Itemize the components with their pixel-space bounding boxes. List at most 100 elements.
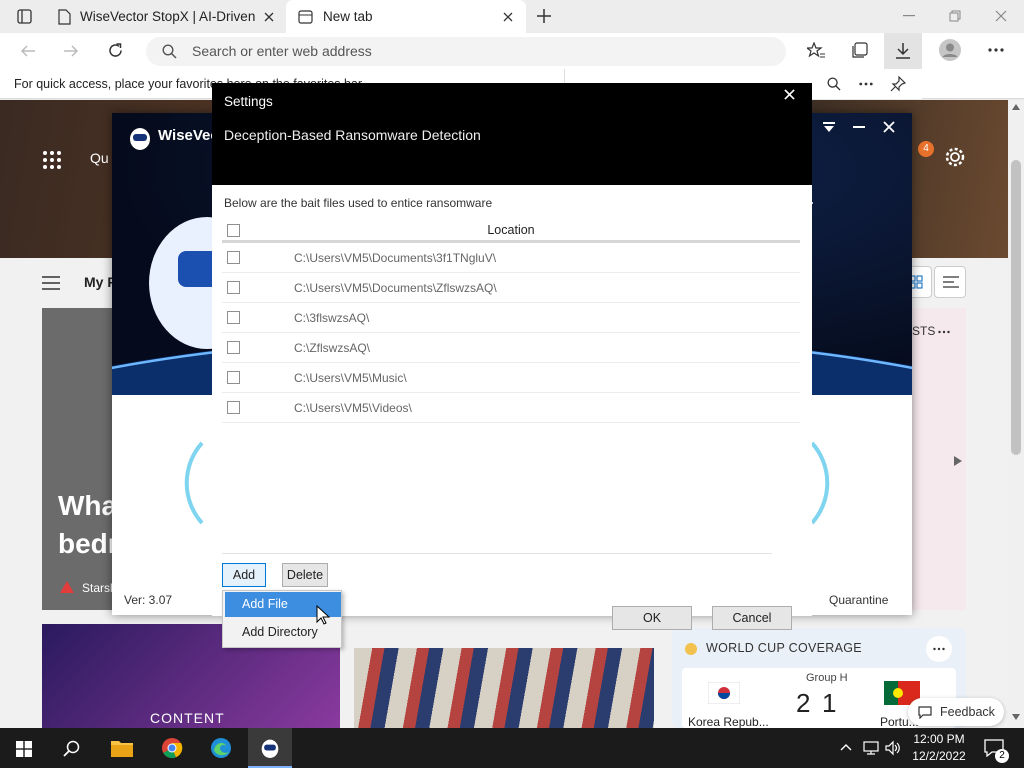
- tab-title: WiseVector StopX | AI-Driven Me: [80, 9, 258, 24]
- notification-count-badge: 2: [995, 749, 1009, 763]
- profile-avatar[interactable]: [939, 39, 961, 61]
- favorites-icon[interactable]: [807, 42, 825, 59]
- mouse-cursor-icon: [316, 605, 330, 625]
- list-view-icon: [943, 276, 959, 289]
- file-explorer-icon[interactable]: [111, 739, 133, 757]
- scroll-up-icon[interactable]: [1012, 104, 1020, 110]
- pin-icon[interactable]: [890, 76, 906, 92]
- file-path: C:\Users\VM5\Documents\ZflswzsAQ\: [294, 281, 497, 295]
- quarantine-link[interactable]: Quarantine: [829, 593, 888, 607]
- add-button[interactable]: Add: [222, 563, 266, 587]
- feedback-button[interactable]: Feedback: [908, 698, 1004, 726]
- table-row[interactable]: C:\3flswzsAQ\: [222, 303, 800, 333]
- row-checkbox[interactable]: [227, 371, 240, 384]
- window-close-icon[interactable]: [883, 121, 895, 133]
- minimize-icon[interactable]: [903, 15, 915, 17]
- new-tab-page-icon: [298, 9, 313, 24]
- close-tab-icon[interactable]: [503, 12, 513, 22]
- chevron-up-icon[interactable]: [840, 743, 852, 751]
- delete-button[interactable]: Delete: [282, 563, 328, 587]
- search-icon[interactable]: [63, 739, 81, 757]
- table-row[interactable]: C:\ZflswzsAQ\: [222, 333, 800, 363]
- settings-close-icon[interactable]: [784, 89, 795, 100]
- scroll-down-icon[interactable]: [1012, 714, 1020, 720]
- window-close-icon[interactable]: [995, 10, 1007, 22]
- settings-titlebar: Settings: [212, 83, 812, 115]
- back-icon[interactable]: [20, 43, 36, 59]
- news-source: Starsl: [82, 581, 113, 595]
- row-checkbox[interactable]: [227, 401, 240, 414]
- wisevector-taskbar-button[interactable]: [248, 728, 292, 768]
- settings-title: Settings: [224, 94, 273, 109]
- restore-icon[interactable]: [949, 10, 961, 22]
- apps-grid-icon[interactable]: [42, 150, 62, 170]
- new-tab-icon[interactable]: [536, 8, 552, 24]
- bait-files-table: Location C:\Users\VM5\Documents\3f1TNglu…: [222, 218, 800, 423]
- promo-text: CONTENT: [150, 710, 225, 726]
- edge-icon[interactable]: [210, 737, 232, 759]
- wisevector-logo-icon: [260, 737, 280, 759]
- quick-links-label: Qu: [90, 150, 109, 166]
- volume-icon[interactable]: [885, 740, 901, 756]
- close-tab-icon[interactable]: [264, 12, 274, 22]
- bait-files-description: Below are the bait files used to entice …: [224, 196, 493, 210]
- network-icon[interactable]: [863, 740, 879, 756]
- scrollbar-thumb[interactable]: [1011, 160, 1021, 455]
- gear-icon[interactable]: [944, 146, 966, 168]
- table-row[interactable]: C:\Users\VM5\Music\: [222, 363, 800, 393]
- minimize-icon[interactable]: [853, 126, 865, 128]
- table-row[interactable]: C:\Users\VM5\Documents\3f1TNgluV\: [222, 243, 800, 273]
- trending-label: STS: [912, 324, 936, 338]
- notification-badge: 4: [918, 141, 934, 157]
- table-row[interactable]: C:\Users\VM5\Videos\: [222, 393, 800, 423]
- news-headline-line2[interactable]: bedr: [58, 528, 119, 560]
- chrome-icon[interactable]: [161, 737, 183, 759]
- warning-icon: [60, 581, 74, 593]
- settings-more-icon[interactable]: [988, 48, 1004, 52]
- hamburger-icon[interactable]: [42, 276, 60, 290]
- tab-actions-icon[interactable]: [17, 9, 32, 24]
- news-headline[interactable]: Wha: [58, 490, 117, 522]
- collections-icon[interactable]: [851, 42, 869, 59]
- row-checkbox[interactable]: [227, 281, 240, 294]
- tab-title: New tab: [323, 9, 373, 24]
- wisevector-logo-icon: [128, 125, 152, 151]
- list-layout-button[interactable]: [934, 266, 966, 298]
- world-cup-title: WORLD CUP COVERAGE: [706, 641, 862, 655]
- korea-flag-icon: [708, 682, 740, 704]
- tab-wisevector[interactable]: WiseVector StopX | AI-Driven Me: [48, 0, 284, 33]
- more-icon[interactable]: [938, 330, 950, 334]
- ok-button[interactable]: OK: [612, 606, 692, 630]
- search-icon[interactable]: [827, 77, 841, 91]
- cancel-button[interactable]: Cancel: [712, 606, 792, 630]
- clock-time[interactable]: 12:00 PM: [908, 732, 970, 746]
- file-path: C:\ZflswzsAQ\: [294, 341, 371, 355]
- menu-dropdown-icon[interactable]: [823, 122, 835, 132]
- refresh-icon[interactable]: [107, 42, 124, 59]
- file-path: C:\3flswzsAQ\: [294, 311, 370, 325]
- money-news-card[interactable]: [354, 648, 654, 728]
- group-label: Group H: [806, 672, 848, 684]
- feedback-label: Feedback: [940, 705, 995, 719]
- row-checkbox[interactable]: [227, 341, 240, 354]
- clock-date[interactable]: 12/2/2022: [908, 749, 970, 763]
- more-icon: [933, 647, 945, 651]
- table-header: Location: [222, 218, 800, 243]
- column-location: Location: [487, 223, 535, 237]
- home-team: Korea Repub...: [688, 715, 769, 729]
- carousel-next-icon[interactable]: [954, 456, 962, 466]
- row-checkbox[interactable]: [227, 311, 240, 324]
- table-row[interactable]: C:\Users\VM5\Documents\ZflswzsAQ\: [222, 273, 800, 303]
- address-bar[interactable]: Search or enter web address: [146, 37, 786, 66]
- windows-start-icon[interactable]: [16, 741, 32, 757]
- away-score: 1: [822, 688, 837, 718]
- row-checkbox[interactable]: [227, 251, 240, 264]
- downloads-button[interactable]: [884, 33, 922, 69]
- world-cup-more-button[interactable]: [926, 636, 952, 662]
- tab-new-tab[interactable]: New tab: [286, 0, 526, 33]
- forward-icon[interactable]: [63, 43, 79, 59]
- more-icon[interactable]: [859, 82, 873, 86]
- page-icon: [58, 8, 71, 25]
- divider: [222, 553, 772, 554]
- news-card-image[interactable]: [42, 308, 114, 610]
